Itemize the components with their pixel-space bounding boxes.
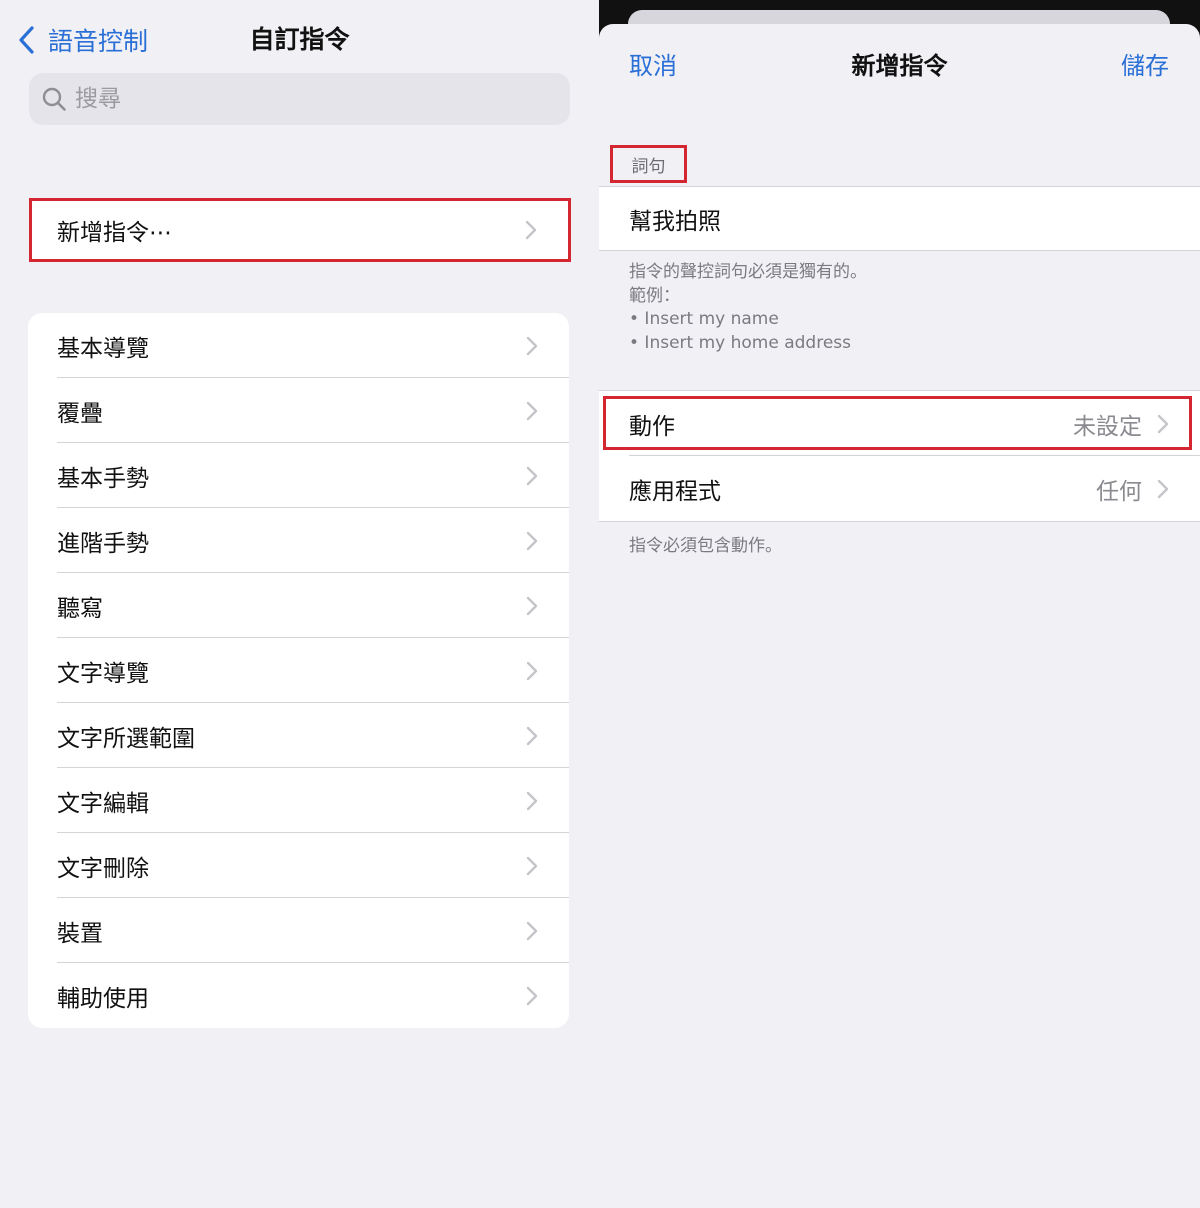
- list-item-text-deletion[interactable]: 文字刪除: [28, 833, 569, 898]
- phrase-field-row[interactable]: [599, 186, 1200, 251]
- list-item-label: 覆疊: [57, 400, 103, 427]
- application-row[interactable]: 應用程式 任何: [599, 456, 1200, 521]
- phrase-input[interactable]: [629, 205, 1169, 232]
- action-value: 未設定: [1073, 413, 1142, 440]
- phrase-note-line: • Insert my home address: [629, 332, 852, 353]
- add-command-label: 新增指令⋯: [57, 220, 172, 246]
- list-item-overlay[interactable]: 覆疊: [28, 378, 569, 443]
- chevron-right-icon: [526, 921, 538, 940]
- save-button[interactable]: 儲存: [1121, 48, 1169, 84]
- application-label: 應用程式: [629, 478, 721, 505]
- list-item-basic-navigation[interactable]: 基本導覽: [28, 313, 569, 378]
- list-item-text-selection[interactable]: 文字所選範圍: [28, 703, 569, 768]
- chevron-right-icon: [526, 986, 538, 1005]
- chevron-right-icon: [526, 401, 538, 420]
- custom-commands-screen: 自訂指令 語音控制 新增指令⋯ 基本導覽 覆疊 基本手勢 進階手勢 聽寫 文字導…: [0, 0, 599, 1208]
- phrase-note-line: • Insert my name: [629, 309, 779, 329]
- phrase-note-line: 範例：: [629, 285, 680, 306]
- new-command-modal-backdrop: 新增指令 取消 儲存 詞句 指令的聲控詞句必須是獨有的。 範例： • Inser…: [599, 0, 1200, 1208]
- list-item-basic-gestures[interactable]: 基本手勢: [28, 443, 569, 508]
- list-item-label: 文字所選範圍: [57, 725, 195, 752]
- command-settings-group: 動作 未設定 應用程式 任何: [599, 390, 1200, 522]
- list-item-advanced-gestures[interactable]: 進階手勢: [28, 508, 569, 573]
- phrase-note: 指令的聲控詞句必須是獨有的。 範例： • Insert my name • In…: [629, 261, 867, 355]
- new-command-sheet: 新增指令 取消 儲存 詞句 指令的聲控詞句必須是獨有的。 範例： • Inser…: [599, 24, 1200, 1208]
- list-item-label: 文字編輯: [57, 790, 149, 817]
- chevron-right-icon: [526, 726, 538, 745]
- back-button[interactable]: 語音控制: [16, 22, 148, 58]
- list-item-label: 文字導覽: [57, 660, 149, 687]
- back-button-label: 語音控制: [48, 27, 149, 56]
- chevron-right-icon: [1157, 479, 1169, 498]
- list-item-accessibility[interactable]: 輔助使用: [28, 963, 569, 1028]
- list-item-label: 文字刪除: [57, 855, 149, 882]
- chevron-right-icon: [526, 531, 538, 550]
- cancel-button[interactable]: 取消: [629, 48, 677, 84]
- chevron-right-icon: [525, 220, 537, 240]
- list-item-dictation[interactable]: 聽寫: [28, 573, 569, 638]
- chevron-right-icon: [526, 466, 538, 485]
- list-item-label: 基本手勢: [57, 465, 149, 492]
- command-category-list: 基本導覽 覆疊 基本手勢 進階手勢 聽寫 文字導覽 文字所選範圍 文字編輯 文字…: [28, 313, 569, 1028]
- list-item-text-navigation[interactable]: 文字導覽: [28, 638, 569, 703]
- action-row[interactable]: 動作 未設定: [599, 391, 1200, 456]
- add-command-row[interactable]: 新增指令⋯: [29, 198, 571, 262]
- chevron-right-icon: [526, 856, 538, 875]
- list-item-text-editing[interactable]: 文字編輯: [28, 768, 569, 833]
- list-item-label: 聽寫: [57, 595, 103, 622]
- chevron-right-icon: [526, 336, 538, 355]
- list-item-device[interactable]: 裝置: [28, 898, 569, 963]
- chevron-right-icon: [526, 791, 538, 810]
- search-bar[interactable]: [29, 73, 570, 125]
- phrase-note-line: 指令的聲控詞句必須是獨有的。: [629, 262, 867, 282]
- search-input[interactable]: [75, 86, 535, 112]
- chevron-left-icon: [19, 26, 34, 54]
- action-note: 指令必須包含動作。: [629, 536, 782, 556]
- search-icon: [42, 87, 66, 111]
- action-label: 動作: [629, 413, 675, 440]
- chevron-right-icon: [1157, 414, 1169, 433]
- application-value: 任何: [1096, 478, 1142, 505]
- chevron-right-icon: [526, 596, 538, 615]
- sheet-title: 新增指令: [851, 52, 948, 80]
- list-item-label: 進階手勢: [57, 530, 149, 557]
- list-item-label: 裝置: [57, 920, 103, 947]
- phrase-section-label: 詞句: [610, 145, 687, 183]
- list-item-label: 基本導覽: [57, 335, 149, 362]
- list-item-label: 輔助使用: [57, 985, 149, 1012]
- chevron-right-icon: [526, 661, 538, 680]
